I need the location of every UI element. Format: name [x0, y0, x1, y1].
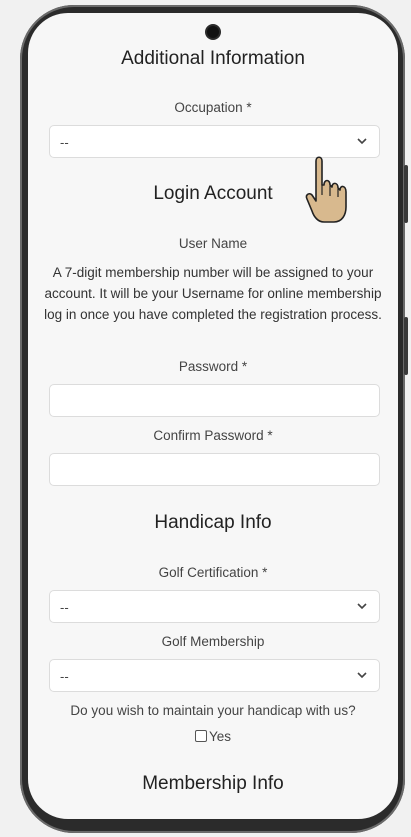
chevron-down-icon [357, 603, 367, 610]
golf-certification-label: Golf Certification * [158, 565, 268, 580]
golf-certification-value: -- [60, 600, 69, 615]
confirm-password-label: Confirm Password * [153, 428, 273, 443]
username-label: User Name [178, 236, 248, 251]
maintain-handicap-option: Yes [28, 729, 398, 744]
phone-screen: Additional Information Occupation * -- L… [28, 13, 398, 819]
front-camera [207, 26, 219, 38]
yes-checkbox[interactable] [194, 730, 207, 742]
registration-form: Additional Information Occupation * -- L… [28, 13, 398, 819]
username-note: A 7-digit membership number will be assi… [44, 265, 382, 322]
occupation-value: -- [60, 135, 69, 150]
password-input[interactable] [49, 384, 380, 417]
password-label: Password * [178, 359, 248, 374]
additional-information-heading: Additional Information [121, 48, 305, 69]
membership-info-heading: Membership Info [142, 773, 284, 794]
chevron-down-icon [357, 138, 367, 145]
section-additional-information: Additional Information [28, 48, 398, 70]
chevron-down-icon [357, 672, 367, 679]
occupation-select[interactable]: -- [49, 125, 380, 158]
yes-label[interactable]: Yes [209, 729, 231, 744]
maintain-handicap-question: Do you wish to maintain your handicap wi… [70, 703, 356, 718]
golf-membership-value: -- [60, 669, 69, 684]
section-membership-info: Membership Info [28, 773, 398, 795]
golf-certification-select[interactable]: -- [49, 590, 380, 623]
occupation-label: Occupation * [174, 100, 252, 115]
handicap-info-heading: Handicap Info [154, 512, 272, 533]
volume-button [404, 165, 408, 223]
section-handicap-info: Handicap Info [28, 512, 398, 534]
hand-pointer-icon [305, 156, 347, 223]
golf-membership-label: Golf Membership [161, 634, 265, 649]
power-button [404, 317, 408, 375]
confirm-password-input[interactable] [49, 453, 380, 486]
golf-membership-select[interactable]: -- [49, 659, 380, 692]
